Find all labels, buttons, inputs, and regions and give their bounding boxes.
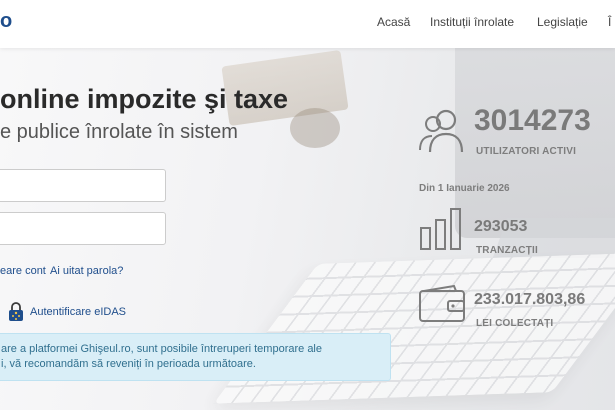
background-monitor bbox=[455, 48, 615, 238]
active-users-count: 3014273 bbox=[474, 104, 591, 137]
password-input[interactable] bbox=[0, 212, 166, 245]
transactions-label: TRANZACȚII bbox=[476, 245, 538, 256]
users-icon bbox=[419, 109, 464, 153]
site-logo[interactable]: o bbox=[0, 10, 12, 33]
transactions-count: 293053 bbox=[474, 218, 528, 235]
nav-item-truncated[interactable]: Î bbox=[608, 15, 611, 29]
notice-line: are a platformei Ghişeul.ro, sunt posibi… bbox=[1, 343, 322, 355]
top-navbar: o Acasă Instituții înrolate Legislație Î bbox=[0, 0, 615, 48]
page-title: online impozite şi taxe bbox=[0, 84, 289, 114]
create-account-link[interactable]: eare cont bbox=[0, 265, 46, 277]
nav-item-legislation[interactable]: Legislație bbox=[537, 15, 588, 29]
stats-period: Din 1 Ianuarie 2026 bbox=[419, 183, 510, 194]
collected-label: LEI COLECTAȚI bbox=[476, 318, 554, 329]
nav-item-institutions[interactable]: Instituții înrolate bbox=[430, 15, 514, 29]
nav-item-home[interactable]: Acasă bbox=[377, 15, 410, 29]
maintenance-notice: are a platformei Ghişeul.ro, sunt posibi… bbox=[0, 333, 391, 381]
bar-chart-icon bbox=[420, 208, 461, 250]
eidas-login-button[interactable]: Autentificare eIDAS bbox=[8, 302, 126, 322]
forgot-password-link[interactable]: Ai uitat parola? bbox=[50, 265, 123, 277]
background-keyboard bbox=[213, 252, 615, 404]
active-users-label: UTILIZATORI ACTIVI bbox=[476, 146, 577, 157]
collected-amount: 233.017.803,86 bbox=[474, 291, 586, 308]
background-object bbox=[290, 108, 340, 148]
wallet-icon bbox=[419, 284, 465, 322]
eidas-label: Autentificare eIDAS bbox=[30, 306, 126, 318]
page-subtitle: e publice înrolate în sistem bbox=[0, 121, 238, 143]
padlock-icon bbox=[9, 302, 23, 321]
notice-line: i, vă recomandăm să reveniți în perioada… bbox=[1, 358, 256, 370]
username-input[interactable] bbox=[0, 169, 166, 202]
